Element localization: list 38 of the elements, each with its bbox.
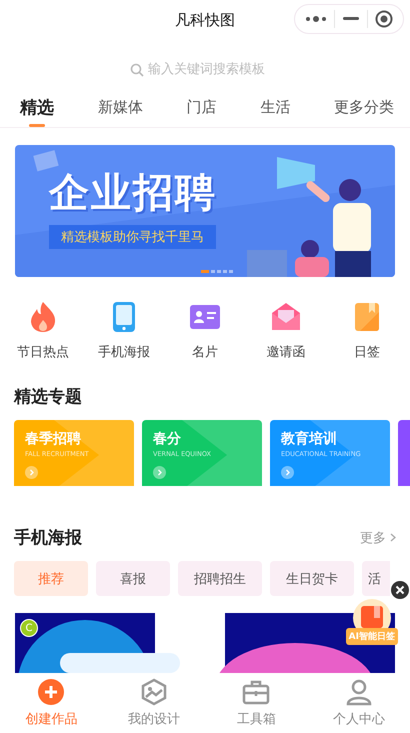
close-icon[interactable] — [391, 581, 409, 599]
image-icon — [140, 678, 168, 706]
filter-chip[interactable]: 招聘招生 — [178, 561, 262, 596]
section-heading: 精选专题 — [14, 386, 83, 408]
topic-title: 春季招聘 — [25, 431, 81, 448]
banner-subtitle: 精选模板助你寻找千里马 — [49, 225, 216, 250]
person-icon — [344, 678, 373, 706]
nav-tab[interactable]: 工具箱 — [205, 673, 308, 733]
flame-icon[interactable] — [29, 301, 57, 334]
nav-tab[interactable]: 个人中心 — [308, 673, 410, 733]
shortcut-label[interactable]: 手机海报 — [98, 343, 150, 362]
filter-chip[interactable]: 活 — [362, 561, 390, 596]
category-tab[interactable]: 更多分类 — [330, 88, 398, 128]
shortcut-label[interactable]: 名片 — [192, 343, 218, 362]
window-title: 凡科快图 — [175, 10, 235, 30]
filter-chip[interactable]: 喜报 — [96, 561, 170, 596]
plus-icon — [37, 678, 66, 706]
section-heading: 手机海报 — [14, 527, 82, 549]
phone-icon[interactable] — [112, 301, 136, 334]
search-icon — [130, 62, 144, 77]
minimize-icon[interactable] — [342, 17, 359, 21]
topic-title: 教育培训 — [281, 431, 337, 448]
more-icon[interactable] — [304, 15, 327, 23]
nav-tab[interactable]: 我的设计 — [102, 673, 205, 733]
category-tab[interactable]: 门店 — [182, 88, 220, 128]
category-tab[interactable]: 新媒体 — [94, 88, 147, 128]
category-tab[interactable]: 生活 — [256, 88, 294, 128]
banner-title: 企业招聘 — [49, 171, 217, 216]
notebook-icon[interactable] — [354, 301, 380, 334]
toolbox-icon — [242, 678, 270, 706]
shortcut-label[interactable]: 节日热点 — [17, 343, 69, 362]
chevron-icon — [390, 533, 396, 542]
shortcut-label[interactable]: 邀请函 — [266, 343, 306, 362]
category-tab[interactable]: 精选 — [16, 88, 58, 128]
topic-title: 春分 — [153, 431, 181, 448]
filter-chip[interactable]: 生日贺卡 — [270, 561, 354, 596]
close-icon[interactable] — [375, 10, 394, 28]
shortcut-label[interactable]: 日签 — [354, 343, 380, 362]
